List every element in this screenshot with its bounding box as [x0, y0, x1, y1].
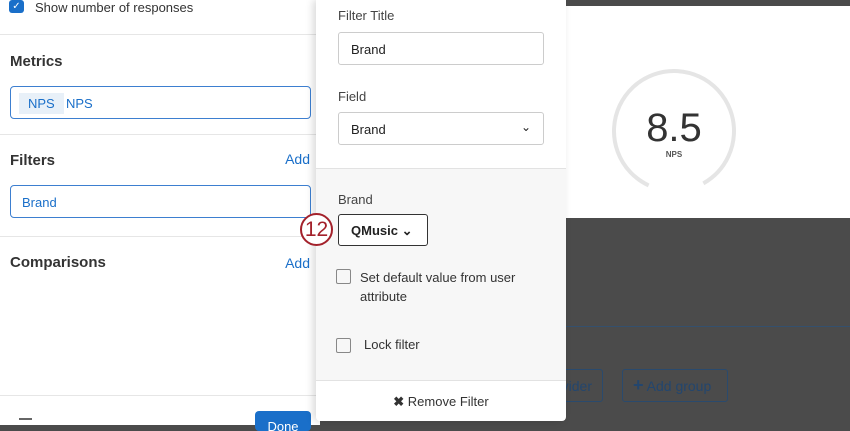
field-label: Field	[338, 89, 367, 104]
widget-settings-panel: ✓ Show number of responses Metrics NPS N…	[0, 0, 320, 431]
gauge-label: NPS	[665, 150, 683, 159]
remove-filter-label: Remove Filter	[407, 394, 489, 409]
filter-title-label: Filter Title	[338, 8, 395, 23]
comparisons-section	[0, 0, 320, 396]
brand-label: Brand	[338, 192, 373, 207]
divider	[566, 326, 850, 327]
lock-filter-checkbox[interactable]	[336, 338, 351, 353]
plus-icon: +	[633, 375, 644, 395]
filter-popover: Filter Title Brand Field Brand ⌄ Brand QM…	[316, 0, 566, 421]
default-value-label: Set default value from user attribute	[360, 270, 516, 304]
gauge-value: 8.5	[646, 106, 702, 150]
nps-gauge-card: 8.5 NPS	[566, 6, 850, 218]
remove-filter-button[interactable]: ✖ Remove Filter	[316, 394, 566, 410]
step-badge: 12	[300, 213, 333, 246]
field-value: Brand	[351, 122, 386, 137]
brand-value-dropdown[interactable]: QMusic ⌄	[338, 214, 428, 246]
field-select[interactable]: Brand ⌄	[338, 112, 544, 145]
chevron-down-icon: ⌄	[520, 120, 531, 134]
add-group-button[interactable]: + Add group	[622, 369, 728, 402]
chevron-down-icon: ⌄	[401, 223, 413, 238]
lock-filter-label: Lock filter	[364, 337, 420, 352]
filter-title-input[interactable]: Brand	[338, 32, 544, 65]
default-value-checkbox[interactable]	[336, 269, 351, 284]
add-group-label: Add group	[646, 378, 712, 394]
close-icon: ✖	[393, 394, 405, 409]
done-button[interactable]: Done	[255, 411, 311, 431]
brand-value: QMusic	[351, 223, 398, 238]
